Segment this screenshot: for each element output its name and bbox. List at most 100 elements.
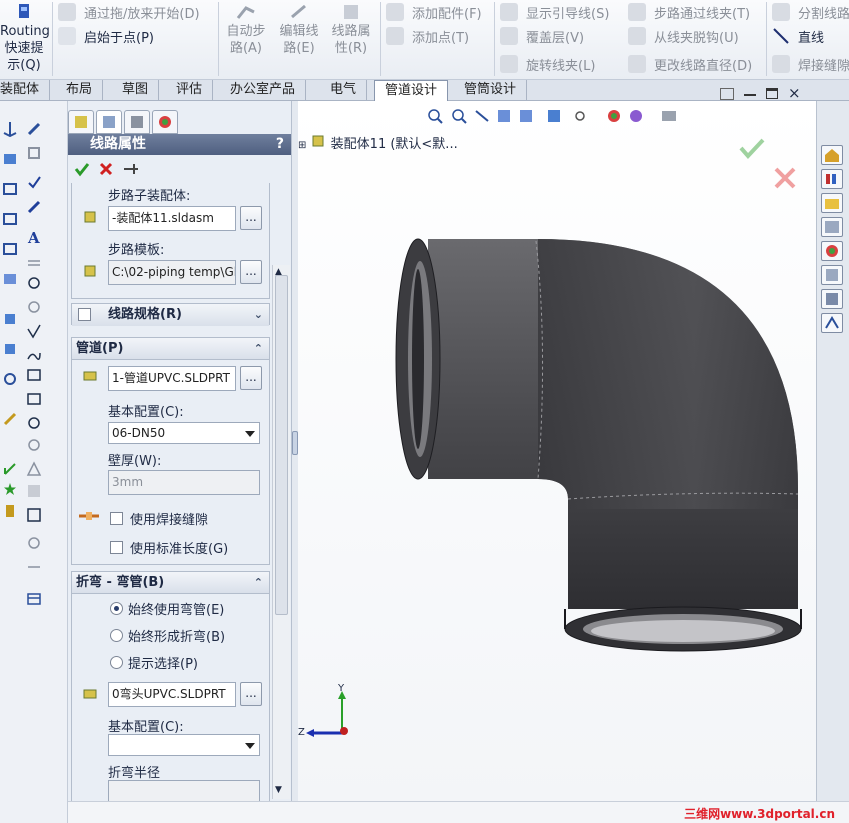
smart-dimension-icon[interactable] xyxy=(26,121,42,137)
format-painter-icon[interactable] xyxy=(26,145,42,161)
graphics-area[interactable]: ⊞ 装配体11 (默认<默... Y Z xyxy=(298,101,816,801)
bend-elbow-header[interactable]: 折弯 - 弯管(B) ⌃ xyxy=(72,572,269,594)
geometric-tolerance-icon[interactable] xyxy=(26,367,42,383)
tab-evaluate[interactable]: 评估 xyxy=(166,80,214,101)
text-icon[interactable]: A xyxy=(26,229,42,245)
route-assembly-field[interactable]: -装配体11.sldasm xyxy=(108,206,236,231)
tab-office-products[interactable]: 办公室产品 xyxy=(220,80,307,101)
elbow-model[interactable] xyxy=(388,229,828,669)
display-style-icon[interactable] xyxy=(548,110,560,122)
line-button[interactable]: 直线 xyxy=(772,24,824,48)
collapse-chevron-icon[interactable]: ⌃ xyxy=(254,338,263,360)
pipe-header[interactable]: 管道(P) ⌃ xyxy=(72,338,269,360)
route-assembly-browse-button[interactable]: ... xyxy=(240,206,262,230)
hole-callout-icon[interactable] xyxy=(26,437,42,453)
covering-button[interactable]: 覆盖层(V) xyxy=(500,24,584,48)
pm-scrollbar[interactable]: ▲ ▼ xyxy=(272,265,290,799)
hide-show-items-icon[interactable] xyxy=(575,111,585,121)
base-config-select[interactable]: 06-DN50 xyxy=(108,422,260,444)
tab-display-manager[interactable] xyxy=(152,110,178,134)
view-palette-icon[interactable] xyxy=(821,289,843,309)
elbow-browse-button[interactable]: ... xyxy=(240,682,262,706)
part-cube-icon-2[interactable] xyxy=(2,341,18,357)
move-component-icon[interactable] xyxy=(2,181,18,197)
weld-symbol-icon[interactable] xyxy=(26,347,42,363)
tab-piping[interactable]: 管道设计 xyxy=(374,80,449,102)
datum-feature-icon[interactable] xyxy=(26,391,42,407)
file-explorer-icon[interactable] xyxy=(821,193,843,213)
maximize-icon[interactable] xyxy=(766,88,778,99)
hole-icon[interactable] xyxy=(2,503,18,519)
block-icon[interactable] xyxy=(26,507,42,523)
tab-property-manager[interactable] xyxy=(96,110,122,134)
insert-component-icon[interactable] xyxy=(2,151,18,167)
appearances-icon[interactable] xyxy=(821,241,843,261)
edit-appearance-icon[interactable] xyxy=(608,110,620,122)
search-icon[interactable] xyxy=(821,217,843,237)
auto-route-button[interactable]: 自动步 路(A) xyxy=(222,2,270,57)
route-properties-button[interactable]: 线路属 性(R) xyxy=(326,2,376,57)
ok-check-icon[interactable] xyxy=(74,161,90,177)
view-orientation-icon[interactable] xyxy=(520,110,532,122)
area-hatch-icon[interactable] xyxy=(26,483,42,499)
bend-radius-field[interactable] xyxy=(108,780,260,801)
custom-properties-icon[interactable] xyxy=(821,265,843,285)
routing-library-icon[interactable] xyxy=(821,313,843,333)
route-spec-header[interactable]: 线路规格(R) ⌄ xyxy=(72,304,269,326)
prompt-selection-radio[interactable] xyxy=(110,656,123,669)
spell-check-icon[interactable] xyxy=(26,173,42,189)
surface-finish-icon[interactable] xyxy=(26,323,42,339)
star-icon[interactable] xyxy=(2,481,18,497)
split-route-button[interactable]: 分割线路 xyxy=(772,0,849,24)
pushpin-icon[interactable] xyxy=(122,161,140,177)
revision-symbol-icon[interactable] xyxy=(26,461,42,477)
always-form-bend-radio[interactable] xyxy=(110,629,123,642)
elbow-config-select[interactable] xyxy=(108,734,260,756)
view-settings-icon[interactable] xyxy=(662,111,676,121)
smart-fasteners-icon[interactable] xyxy=(2,241,18,257)
feature-tree-flyout[interactable]: ⊞ 装配体11 (默认<默... xyxy=(298,133,458,152)
route-template-browse-button[interactable]: ... xyxy=(240,260,262,284)
tab-tubing[interactable]: 管筒设计 xyxy=(454,80,528,101)
rotate-clip-button[interactable]: 旋转线夹(L) xyxy=(500,52,595,76)
explode-view-icon[interactable] xyxy=(2,271,18,287)
apply-scene-icon[interactable] xyxy=(630,110,642,122)
route-template-field[interactable]: C:\02-piping temp\Gl xyxy=(108,260,236,285)
rotate-component-icon[interactable] xyxy=(2,211,18,227)
minimize-icon[interactable] xyxy=(744,94,756,96)
table-icon[interactable] xyxy=(26,591,42,607)
section-view-icon[interactable] xyxy=(498,110,510,122)
centerline-icon[interactable] xyxy=(26,559,42,575)
wall-thickness-field[interactable]: 3mm xyxy=(108,470,260,495)
previous-view-icon[interactable] xyxy=(475,110,489,122)
note-icon[interactable] xyxy=(26,199,42,215)
center-mark-icon[interactable] xyxy=(26,535,42,551)
zoom-to-fit-icon[interactable] xyxy=(428,109,443,124)
tab-configuration-manager[interactable] xyxy=(124,110,150,134)
help-button[interactable]: ? xyxy=(276,134,284,155)
weld-gap-button[interactable]: 焊接缝隙 xyxy=(772,52,849,76)
route-spec-checkbox[interactable] xyxy=(78,308,91,321)
design-library-icon[interactable] xyxy=(821,169,843,189)
pipe-browse-button[interactable]: ... xyxy=(240,366,262,390)
always-use-elbow-radio[interactable] xyxy=(110,602,123,615)
tab-layout[interactable]: 布局 xyxy=(56,80,104,101)
balloon-icon[interactable] xyxy=(26,275,42,291)
show-guidelines-button[interactable]: 显示引导线(S) xyxy=(500,0,609,24)
scrollbar-thumb[interactable] xyxy=(275,275,288,615)
edit-route-button[interactable]: 编辑线 路(E) xyxy=(274,2,324,57)
tab-electrical[interactable]: 电气 xyxy=(320,80,368,101)
move-axis-icon[interactable] xyxy=(2,461,18,477)
scroll-down-arrow-icon[interactable]: ▼ xyxy=(275,785,282,795)
hatch-icon[interactable] xyxy=(26,253,42,269)
start-by-drag-button[interactable]: 通过拖/放来开始(D) xyxy=(58,0,200,24)
route-through-clip-button[interactable]: 步路通过线夹(T) xyxy=(628,0,750,24)
expand-chevron-icon[interactable]: ⌄ xyxy=(254,304,263,326)
sketch-pencil-icon[interactable] xyxy=(2,411,18,427)
collapse-chevron-icon[interactable]: ⌃ xyxy=(254,572,263,594)
confirm-corner-cancel-icon[interactable] xyxy=(772,165,798,191)
mate-icon[interactable] xyxy=(2,121,18,137)
part-cube-icon[interactable] xyxy=(2,311,18,327)
tab-sketch[interactable]: 草图 xyxy=(112,80,160,101)
tab-assembly[interactable]: 装配体 xyxy=(0,80,51,101)
